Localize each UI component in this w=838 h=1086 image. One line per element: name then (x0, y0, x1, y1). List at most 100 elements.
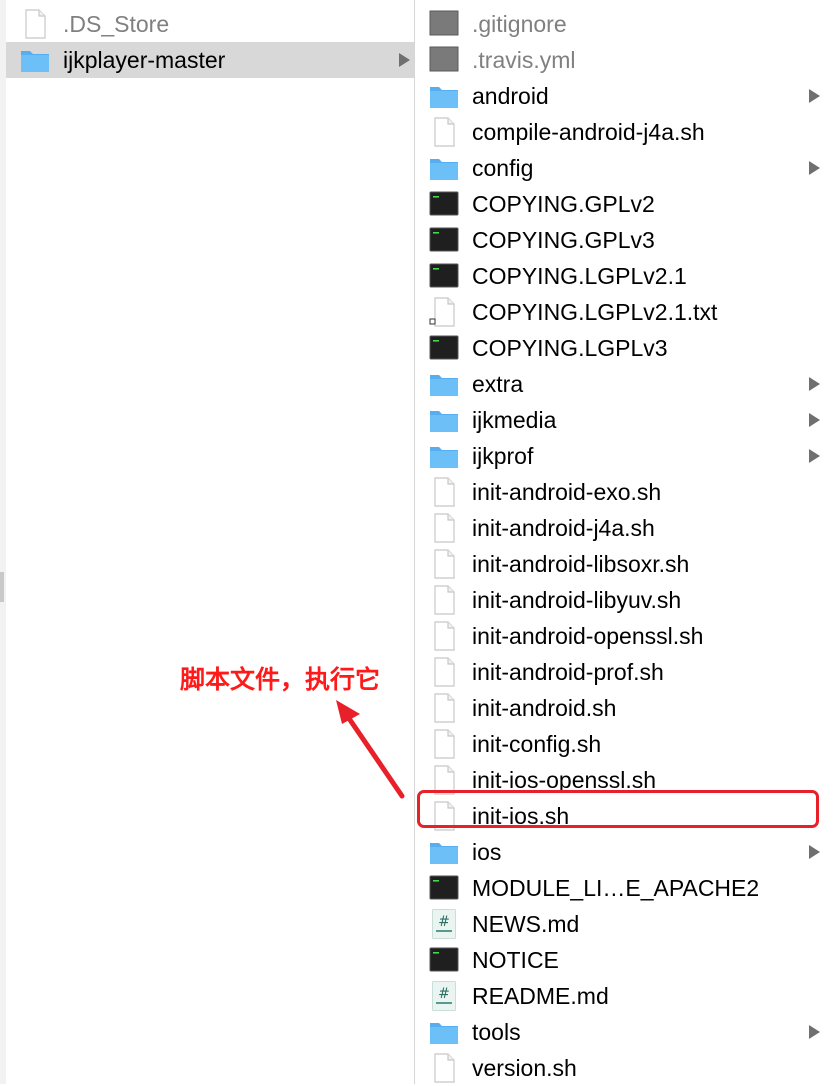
item-label: init-android-libyuv.sh (472, 587, 682, 613)
item-label: init-android-j4a.sh (472, 515, 655, 541)
folder-item[interactable]: ijkplayer-master (6, 42, 414, 78)
file-item[interactable]: # NEWS.md (415, 906, 838, 942)
terminal-icon (429, 873, 459, 903)
disclosure-arrow-icon[interactable] (809, 845, 820, 859)
item-label: extra (472, 371, 524, 397)
generic-file-icon (429, 729, 459, 759)
item-label: init-android-exo.sh (472, 479, 662, 505)
item-label: config (472, 155, 534, 181)
file-item[interactable]: COPYING.LGPLv3 (415, 330, 838, 366)
file-item[interactable]: .DS_Store (6, 6, 414, 42)
folder-item[interactable]: config (415, 150, 838, 186)
file-item[interactable]: COPYING.LGPLv2.1.txt (415, 294, 838, 330)
file-item[interactable]: init-android-exo.sh (415, 474, 838, 510)
alias-file-icon (429, 297, 459, 327)
item-label: COPYING.LGPLv2.1 (472, 263, 687, 289)
highlight-box (417, 790, 819, 828)
file-item[interactable]: init-android-libyuv.sh (415, 582, 838, 618)
item-label: init-android-prof.sh (472, 659, 664, 685)
item-label: tools (472, 1019, 521, 1045)
gray-file-icon (429, 9, 459, 39)
file-item[interactable]: init-android.sh (415, 690, 838, 726)
svg-text:#: # (438, 914, 450, 930)
item-label: MODULE_LI…E_APACHE2 (472, 875, 760, 901)
finder-column-contents: .gitignore .travis.yml android compile-andr… (415, 0, 838, 1084)
generic-file-icon (429, 513, 459, 543)
generic-file-icon (429, 657, 459, 687)
folder-item[interactable]: extra (415, 366, 838, 402)
folder-icon (429, 405, 459, 435)
annotation-label: 脚本文件，执行它 (180, 665, 381, 694)
item-label: version.sh (472, 1055, 577, 1081)
folder-item[interactable]: android (415, 78, 838, 114)
item-label: init-config.sh (472, 731, 602, 757)
generic-file-icon (429, 693, 459, 723)
markdown-file-icon: # (429, 909, 459, 939)
generic-file-icon (429, 117, 459, 147)
folder-icon (429, 441, 459, 471)
item-label: init-android-openssl.sh (472, 623, 704, 649)
item-label: android (472, 83, 549, 109)
folder-item[interactable]: ios (415, 834, 838, 870)
file-item[interactable]: init-android-j4a.sh (415, 510, 838, 546)
item-label: .DS_Store (63, 11, 170, 37)
svg-text:#: # (438, 986, 450, 1002)
generic-file-icon (20, 9, 50, 39)
terminal-icon (429, 225, 459, 255)
folder-icon (429, 837, 459, 867)
item-label: init-android-libsoxr.sh (472, 551, 690, 577)
file-item[interactable]: .gitignore (415, 6, 838, 42)
generic-file-icon (429, 1053, 459, 1083)
disclosure-arrow-icon[interactable] (809, 1025, 820, 1039)
file-item[interactable]: NOTICE (415, 942, 838, 978)
file-item[interactable]: # README.md (415, 978, 838, 1014)
annotation-arrow (336, 700, 405, 799)
file-item[interactable]: COPYING.LGPLv2.1 (415, 258, 838, 294)
item-label: COPYING.GPLv3 (472, 227, 655, 253)
item-label: ijkprof (472, 443, 534, 469)
item-label: ijkmedia (472, 407, 557, 433)
disclosure-arrow-icon[interactable] (399, 53, 410, 67)
item-label: init-android.sh (472, 695, 617, 721)
item-label: ijkplayer-master (63, 47, 226, 73)
file-item[interactable]: init-android-openssl.sh (415, 618, 838, 654)
folder-item[interactable]: tools (415, 1014, 838, 1050)
folder-icon (429, 369, 459, 399)
item-label: NEWS.md (472, 911, 580, 937)
file-item[interactable]: COPYING.GPLv3 (415, 222, 838, 258)
file-item[interactable]: init-android-prof.sh (415, 654, 838, 690)
item-label: .gitignore (472, 11, 567, 37)
item-label: ios (472, 839, 502, 865)
disclosure-arrow-icon[interactable] (809, 449, 820, 463)
gray-file-icon (429, 45, 459, 75)
generic-file-icon (429, 621, 459, 651)
folder-item[interactable]: ijkmedia (415, 402, 838, 438)
disclosure-arrow-icon[interactable] (809, 377, 820, 391)
terminal-icon (429, 945, 459, 975)
markdown-file-icon: # (429, 981, 459, 1011)
item-label: NOTICE (472, 947, 559, 973)
file-item[interactable]: MODULE_LI…E_APACHE2 (415, 870, 838, 906)
file-item[interactable]: init-android-libsoxr.sh (415, 546, 838, 582)
folder-icon (429, 81, 459, 111)
terminal-icon (429, 189, 459, 219)
file-item[interactable]: .travis.yml (415, 42, 838, 78)
file-item[interactable]: compile-android-j4a.sh (415, 114, 838, 150)
folder-icon (429, 1017, 459, 1047)
generic-file-icon (429, 549, 459, 579)
disclosure-arrow-icon[interactable] (809, 161, 820, 175)
file-item[interactable]: version.sh (415, 1050, 838, 1086)
folder-icon (429, 153, 459, 183)
terminal-icon (429, 261, 459, 291)
disclosure-arrow-icon[interactable] (809, 413, 820, 427)
file-item[interactable]: init-config.sh (415, 726, 838, 762)
item-label: README.md (472, 983, 609, 1009)
folder-item[interactable]: ijkprof (415, 438, 838, 474)
finder-column-parent: .DS_Store ijkplayer-master (0, 0, 414, 1084)
disclosure-arrow-icon[interactable] (809, 89, 820, 103)
generic-file-icon (429, 477, 459, 507)
item-label: .travis.yml (472, 47, 576, 73)
terminal-icon (429, 333, 459, 363)
item-label: COPYING.LGPLv3 (472, 335, 668, 361)
file-item[interactable]: COPYING.GPLv2 (415, 186, 838, 222)
